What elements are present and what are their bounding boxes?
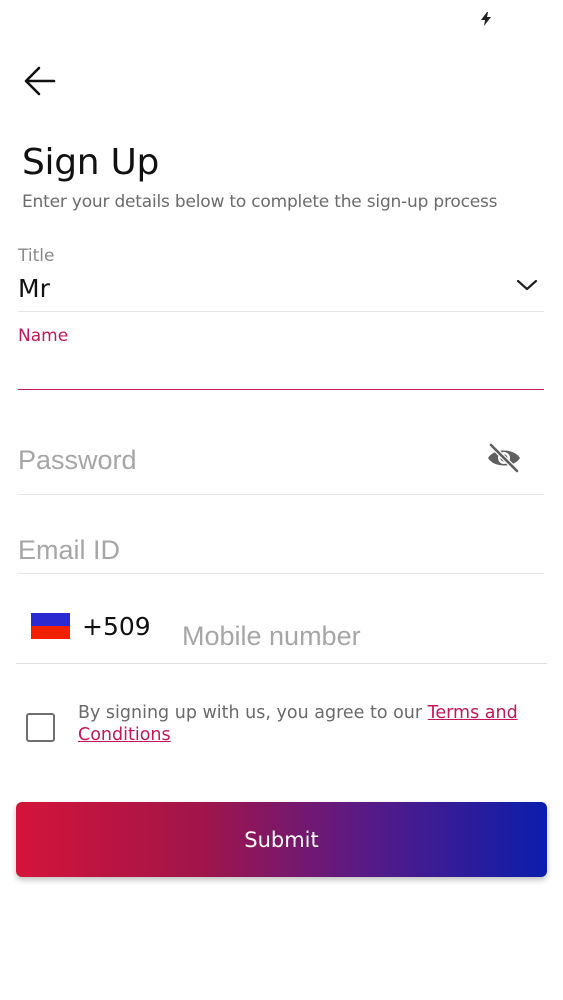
country-dial-code[interactable]: +509 <box>82 612 151 641</box>
email-field <box>18 528 544 574</box>
title-select[interactable]: Title Mr <box>18 246 544 312</box>
page-title: Sign Up <box>22 142 160 183</box>
email-input[interactable] <box>18 530 544 570</box>
chevron-down-icon <box>516 279 538 291</box>
email-underline <box>18 573 544 574</box>
title-label: Title <box>18 246 55 266</box>
terms-prefix: By signing up with us, you agree to our <box>78 703 428 723</box>
name-underline <box>18 389 544 390</box>
name-input[interactable] <box>18 352 544 384</box>
arrow-left-icon <box>24 66 56 96</box>
submit-button[interactable]: Submit <box>16 802 547 877</box>
back-button[interactable] <box>20 60 62 102</box>
phone-underline <box>16 663 547 664</box>
password-input[interactable] <box>18 440 458 480</box>
name-field: Name <box>18 324 544 390</box>
terms-checkbox[interactable] <box>26 713 55 742</box>
flag-bottom-stripe <box>31 626 70 639</box>
lightning-bolt-icon <box>481 12 491 26</box>
title-underline <box>18 311 544 312</box>
phone-field: +509 <box>16 600 547 664</box>
page-subtitle: Enter your details below to complete the… <box>22 192 498 212</box>
name-label: Name <box>18 326 69 346</box>
country-flag-selector[interactable] <box>31 613 70 639</box>
title-value: Mr <box>18 274 50 303</box>
flag-top-stripe <box>31 613 70 626</box>
password-field <box>18 434 544 496</box>
toggle-password-visibility-button[interactable] <box>486 442 522 474</box>
password-underline <box>18 494 544 495</box>
terms-text: By signing up with us, you agree to our … <box>78 702 518 746</box>
mobile-number-input[interactable] <box>182 618 532 654</box>
eye-off-icon <box>488 442 520 474</box>
